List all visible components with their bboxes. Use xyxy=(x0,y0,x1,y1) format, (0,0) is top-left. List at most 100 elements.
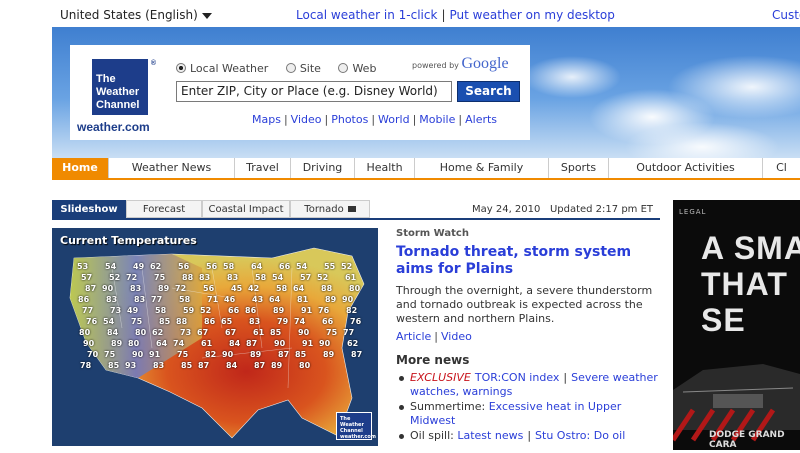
temperature-label: 84 xyxy=(226,361,238,370)
nav-driving[interactable]: Driving xyxy=(290,158,354,178)
logo-line: The xyxy=(96,73,116,85)
date-label: May 24, 2010 xyxy=(472,204,541,215)
nav-sports[interactable]: Sports xyxy=(548,158,608,178)
temperature-label: 89 xyxy=(273,306,285,315)
tab-slideshow[interactable]: Slideshow xyxy=(52,200,126,218)
temperature-label: 45 xyxy=(231,284,243,293)
temperature-label: 56 xyxy=(178,262,190,271)
separator: | xyxy=(412,113,417,126)
temperature-label: 89 xyxy=(250,350,262,359)
temperature-label: 62 xyxy=(152,328,164,337)
temperature-label: 76 xyxy=(350,317,362,326)
temperature-label: 62 xyxy=(150,262,162,271)
temperature-label: 83 xyxy=(227,273,239,282)
local-weather-link[interactable]: Local weather in 1-click xyxy=(296,8,437,22)
nav-travel[interactable]: Travel xyxy=(234,158,290,178)
story-headline[interactable]: Tornado threat, storm system aims for Pl… xyxy=(396,244,660,278)
temperature-label: 82 xyxy=(205,350,217,359)
news-link[interactable]: Latest news xyxy=(457,429,523,442)
temperature-label: 52 xyxy=(200,306,212,315)
powered-by-google: powered by Google xyxy=(412,55,509,73)
tab-tornado[interactable]: Tornado xyxy=(290,200,370,218)
registered-icon: ® xyxy=(150,60,156,67)
search-input[interactable]: Enter ZIP, City or Place (e.g. Disney Wo… xyxy=(176,81,452,102)
separator: | xyxy=(324,113,329,126)
tab-coastal-impact[interactable]: Coastal Impact xyxy=(202,200,290,218)
temperature-label: 85 xyxy=(159,317,171,326)
temperature-label: 87 xyxy=(351,350,363,359)
maps-link[interactable]: Maps xyxy=(252,113,281,126)
temperature-label: 52 xyxy=(341,262,353,271)
tab-tornado-label: Tornado xyxy=(304,204,344,215)
video-link[interactable]: Video xyxy=(441,330,472,343)
temperature-label: 83 xyxy=(130,284,142,293)
temperature-label: 72 xyxy=(175,284,187,293)
temperature-label: 90 xyxy=(298,328,310,337)
mobile-link[interactable]: Mobile xyxy=(419,113,455,126)
radio-local-weather[interactable]: Local Weather xyxy=(176,62,268,75)
temperature-label: 76 xyxy=(86,317,98,326)
photos-link[interactable]: Photos xyxy=(331,113,368,126)
news-link[interactable]: TOR:CON index xyxy=(475,371,560,384)
search-button[interactable]: Search xyxy=(457,81,520,102)
temperature-label: 67 xyxy=(225,328,237,337)
temperature-label: 42 xyxy=(248,284,260,293)
article-link[interactable]: Article xyxy=(396,330,431,343)
temperature-label: 79 xyxy=(277,317,289,326)
temperature-label: 57 xyxy=(300,273,312,282)
temperature-label: 67 xyxy=(197,328,209,337)
nav-more[interactable]: Cl xyxy=(762,158,800,178)
temperature-label: 54 xyxy=(103,317,115,326)
story-links: Article | Video xyxy=(396,330,660,343)
nav-home-family[interactable]: Home & Family xyxy=(414,158,548,178)
weather-channel-logo[interactable]: The Weather Channel ® xyxy=(92,59,156,115)
tab-forecast[interactable]: Forecast xyxy=(126,200,202,218)
advertisement[interactable]: LEGAL A SMA THAT SE DODGE GRAND CARA xyxy=(673,200,800,450)
nav-outdoor-activities[interactable]: Outdoor Activities xyxy=(608,158,762,178)
temperature-label: 46 xyxy=(224,295,236,304)
locale-selector[interactable]: United States (English) xyxy=(60,8,212,22)
story-dek: Through the overnight, a severe thunders… xyxy=(396,284,653,325)
temperature-label: 75 xyxy=(154,273,166,282)
temperature-label: 77 xyxy=(343,328,355,337)
temperature-label: 49 xyxy=(133,262,145,271)
temperature-label: 53 xyxy=(77,262,89,271)
news-link[interactable]: Stu Ostro: Do oil xyxy=(535,429,625,442)
temperature-label: 58 xyxy=(276,284,288,293)
temperature-label: 73 xyxy=(110,306,122,315)
video-link[interactable]: Video xyxy=(291,113,322,126)
temperature-label: 58 xyxy=(223,262,235,271)
nav-health[interactable]: Health xyxy=(354,158,414,178)
temperature-label: 77 xyxy=(151,295,163,304)
temperature-label: 90 xyxy=(102,284,114,293)
media-tabs: Slideshow Forecast Coastal Impact Tornad… xyxy=(52,200,370,218)
search-scope-radios: Local Weather Site Web xyxy=(176,62,390,75)
news-prefix: Oil spill: xyxy=(410,429,454,442)
customize-link[interactable]: Customize xyxy=(772,8,800,22)
radio-web[interactable]: Web xyxy=(338,62,376,75)
news-list: Exclusive TOR:CON index | Severe weather wa… xyxy=(396,371,660,443)
temperature-label: 83 xyxy=(199,273,211,282)
desktop-weather-link[interactable]: Put weather on my desktop xyxy=(450,8,615,22)
temperature-label: 90 xyxy=(132,350,144,359)
radio-site[interactable]: Site xyxy=(285,62,321,75)
temperature-map[interactable]: Current Temperatures 53 54 49 62 56 56 58 64 66 5… xyxy=(52,228,378,446)
alerts-link[interactable]: Alerts xyxy=(465,113,497,126)
logo-url[interactable]: weather.com xyxy=(77,120,150,134)
exclusive-badge: Exclusive xyxy=(410,371,471,384)
temperature-label: 89 xyxy=(325,295,337,304)
nav-home[interactable]: Home xyxy=(52,158,108,178)
temperature-label: 75 xyxy=(177,350,189,359)
locale-label: United States (English) xyxy=(60,8,198,22)
radio-selected-icon xyxy=(176,63,186,73)
quick-links: Maps | Video | Photos | World | Mobile | Alerts xyxy=(252,113,497,126)
nav-weather-news[interactable]: Weather News xyxy=(108,158,234,178)
temperature-label: 64 xyxy=(156,339,168,348)
temperature-label: 83 xyxy=(106,295,118,304)
map-watermark-logo: The Weather Channel weather.com xyxy=(336,412,376,440)
top-links: Local weather in 1-click | Put weather on … xyxy=(296,8,615,22)
temperature-label: 58 xyxy=(179,295,191,304)
temperature-label: 81 xyxy=(297,295,309,304)
world-link[interactable]: World xyxy=(378,113,410,126)
radio-label: Site xyxy=(299,62,321,75)
